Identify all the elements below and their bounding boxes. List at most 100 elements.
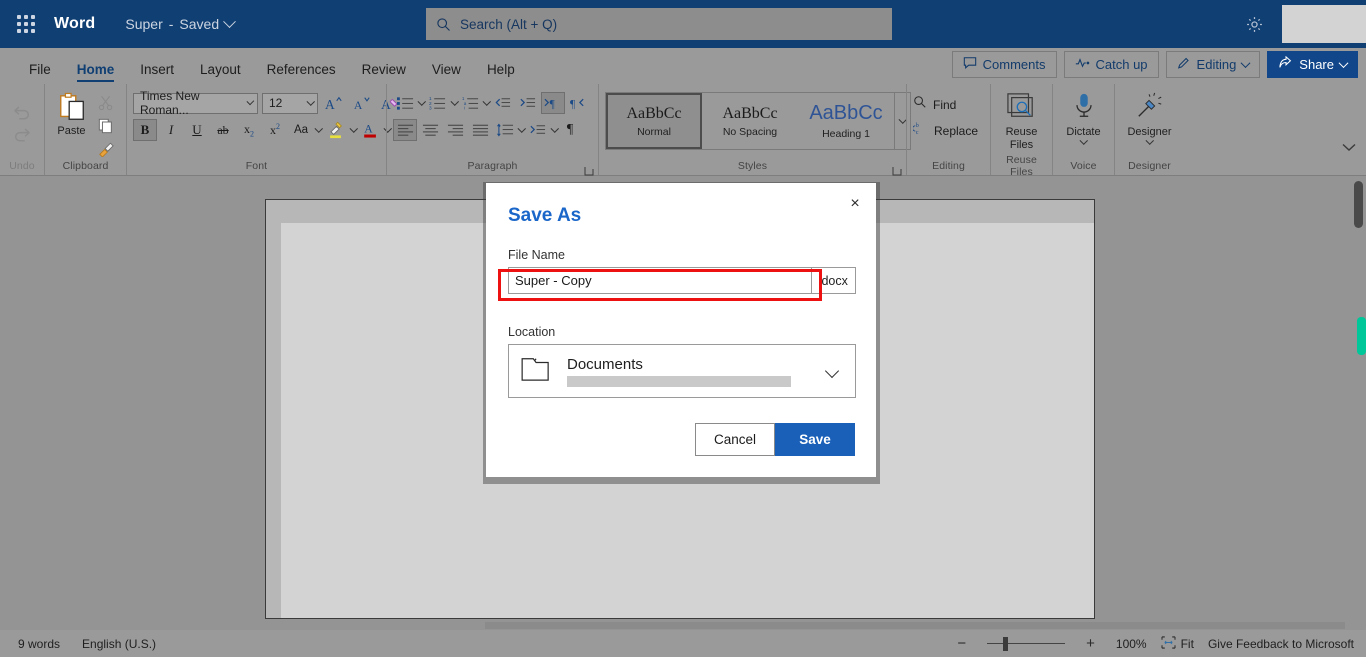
chevron-down-icon[interactable]	[314, 124, 323, 133]
tab-review[interactable]: Review	[349, 62, 419, 85]
chevron-down-icon[interactable]	[517, 124, 526, 133]
style-no-spacing[interactable]: AaBbCc No Spacing	[702, 93, 798, 149]
style-heading-1[interactable]: AaBbCc Heading 1	[798, 93, 894, 149]
app-launcher-icon[interactable]	[6, 15, 46, 33]
undo-button[interactable]	[10, 101, 34, 123]
zoom-slider-track[interactable]	[987, 636, 1066, 651]
tab-help[interactable]: Help	[474, 62, 528, 85]
save-button[interactable]: Save	[775, 423, 855, 456]
copy-button[interactable]	[94, 115, 118, 137]
font-family-select[interactable]: Times New Roman...	[133, 89, 258, 117]
paragraph-indent-button[interactable]	[526, 119, 550, 141]
editing-button[interactable]: Editing	[1165, 51, 1261, 78]
numbered-list-button[interactable]: 123	[426, 92, 450, 114]
paragraph-dialog-launcher-icon[interactable]	[584, 163, 594, 176]
dictate-button[interactable]: Dictate	[1063, 90, 1103, 147]
grow-font-button[interactable]: A	[322, 92, 346, 114]
tab-home[interactable]: Home	[64, 62, 128, 85]
highlight-color-button[interactable]	[324, 119, 348, 141]
fit-button[interactable]: Fit	[1161, 635, 1194, 652]
cut-button[interactable]	[94, 92, 118, 114]
increase-indent-button[interactable]	[516, 92, 540, 114]
chevron-down-icon[interactable]	[550, 124, 559, 133]
share-button[interactable]: Share	[1267, 51, 1358, 78]
chevron-down-icon[interactable]	[349, 124, 358, 133]
vertical-scrollbar[interactable]	[1350, 177, 1366, 630]
zoom-in-button[interactable]: +	[1079, 636, 1102, 651]
tab-file[interactable]: File	[16, 62, 64, 85]
chevron-down-icon[interactable]	[417, 97, 426, 106]
format-painter-button[interactable]	[94, 138, 118, 160]
align-left-button[interactable]	[393, 119, 417, 141]
redo-button[interactable]	[10, 123, 34, 145]
horizontal-scrollbar[interactable]	[0, 620, 1350, 630]
bullet-list-button[interactable]	[393, 92, 417, 114]
paste-button[interactable]: Paste	[54, 90, 90, 139]
tab-references[interactable]: References	[254, 62, 349, 85]
ltr-text-direction-button[interactable]: ¶	[540, 92, 565, 114]
bold-button[interactable]: B	[133, 119, 157, 141]
avatar[interactable]	[1282, 5, 1366, 43]
catch-up-button[interactable]: Catch up	[1063, 51, 1159, 78]
close-icon[interactable]: ×	[842, 191, 868, 217]
font-size-select[interactable]: 12	[262, 92, 318, 114]
style-normal[interactable]: AaBbCc Normal	[606, 93, 702, 149]
show-formatting-marks-button[interactable]: ¶	[558, 119, 582, 141]
group-label-clipboard: Clipboard	[62, 160, 109, 172]
document-title-menu[interactable]: Super - Saved	[125, 14, 236, 32]
underline-button[interactable]: U	[185, 119, 209, 141]
find-label: Find	[933, 97, 957, 112]
tab-insert[interactable]: Insert	[127, 62, 187, 85]
justify-button[interactable]	[468, 119, 492, 141]
gear-icon[interactable]	[1242, 12, 1266, 36]
chevron-down-icon[interactable]	[482, 97, 491, 106]
tab-view[interactable]: View	[419, 62, 474, 85]
file-extension-label: .docx	[812, 267, 856, 294]
title-bar: Word Super - Saved Search (Alt + Q)	[0, 0, 1366, 48]
scrollbar-position-marker[interactable]	[1357, 317, 1366, 355]
designer-button[interactable]: Designer	[1124, 90, 1174, 147]
chevron-down-icon[interactable]	[824, 363, 840, 379]
svg-text:A: A	[354, 98, 363, 111]
find-button[interactable]: Find	[913, 95, 956, 114]
align-right-button[interactable]	[443, 119, 467, 141]
change-case-button[interactable]: Aa	[289, 119, 313, 141]
collapse-ribbon-icon[interactable]	[1342, 139, 1356, 157]
reuse-files-button[interactable]: Reuse Files	[1003, 90, 1041, 154]
subscript-button[interactable]: x2	[237, 119, 261, 141]
font-color-button[interactable]: A	[358, 119, 382, 141]
superscript-button[interactable]: x2	[263, 119, 287, 141]
styles-dialog-launcher-icon[interactable]	[892, 163, 902, 176]
language-indicator[interactable]: English (U.S.)	[82, 637, 156, 651]
decrease-indent-button[interactable]	[491, 92, 515, 114]
zoom-level[interactable]: 100%	[1116, 637, 1147, 651]
catch-up-label: Catch up	[1095, 57, 1148, 72]
search-input[interactable]: Search (Alt + Q)	[426, 8, 892, 40]
italic-button[interactable]: I	[159, 119, 183, 141]
group-label-font: Font	[245, 160, 268, 172]
multilevel-list-button[interactable]: 1ai	[458, 92, 482, 114]
chevron-down-icon[interactable]	[450, 97, 459, 106]
svg-text:¶: ¶	[550, 99, 555, 110]
align-center-button[interactable]	[418, 119, 442, 141]
horizontal-scrollbar-thumb[interactable]	[485, 622, 1345, 629]
feedback-link[interactable]: Give Feedback to Microsoft	[1208, 637, 1354, 651]
zoom-slider-handle[interactable]	[1003, 636, 1009, 651]
zoom-out-button[interactable]: −	[950, 636, 973, 651]
ribbon-group-designer: Designer Designer	[1114, 84, 1184, 175]
zoom-slider[interactable]	[987, 636, 1066, 651]
dialog-title: Save As	[508, 205, 582, 226]
replace-button[interactable]: bc Replace	[912, 121, 978, 140]
line-spacing-button[interactable]	[493, 119, 517, 141]
rtl-text-direction-button[interactable]: ¶	[566, 92, 590, 114]
file-name-input[interactable]	[508, 267, 812, 294]
word-count[interactable]: 9 words	[18, 637, 60, 651]
strikethrough-button[interactable]: ab	[211, 119, 235, 141]
group-label-designer: Designer	[1128, 160, 1171, 172]
location-select[interactable]: Documents	[508, 344, 856, 398]
comments-button[interactable]: Comments	[951, 51, 1057, 78]
shrink-font-button[interactable]: A	[350, 92, 374, 114]
vertical-scrollbar-thumb[interactable]	[1354, 181, 1363, 228]
tab-layout[interactable]: Layout	[187, 62, 254, 85]
cancel-button[interactable]: Cancel	[695, 423, 775, 456]
